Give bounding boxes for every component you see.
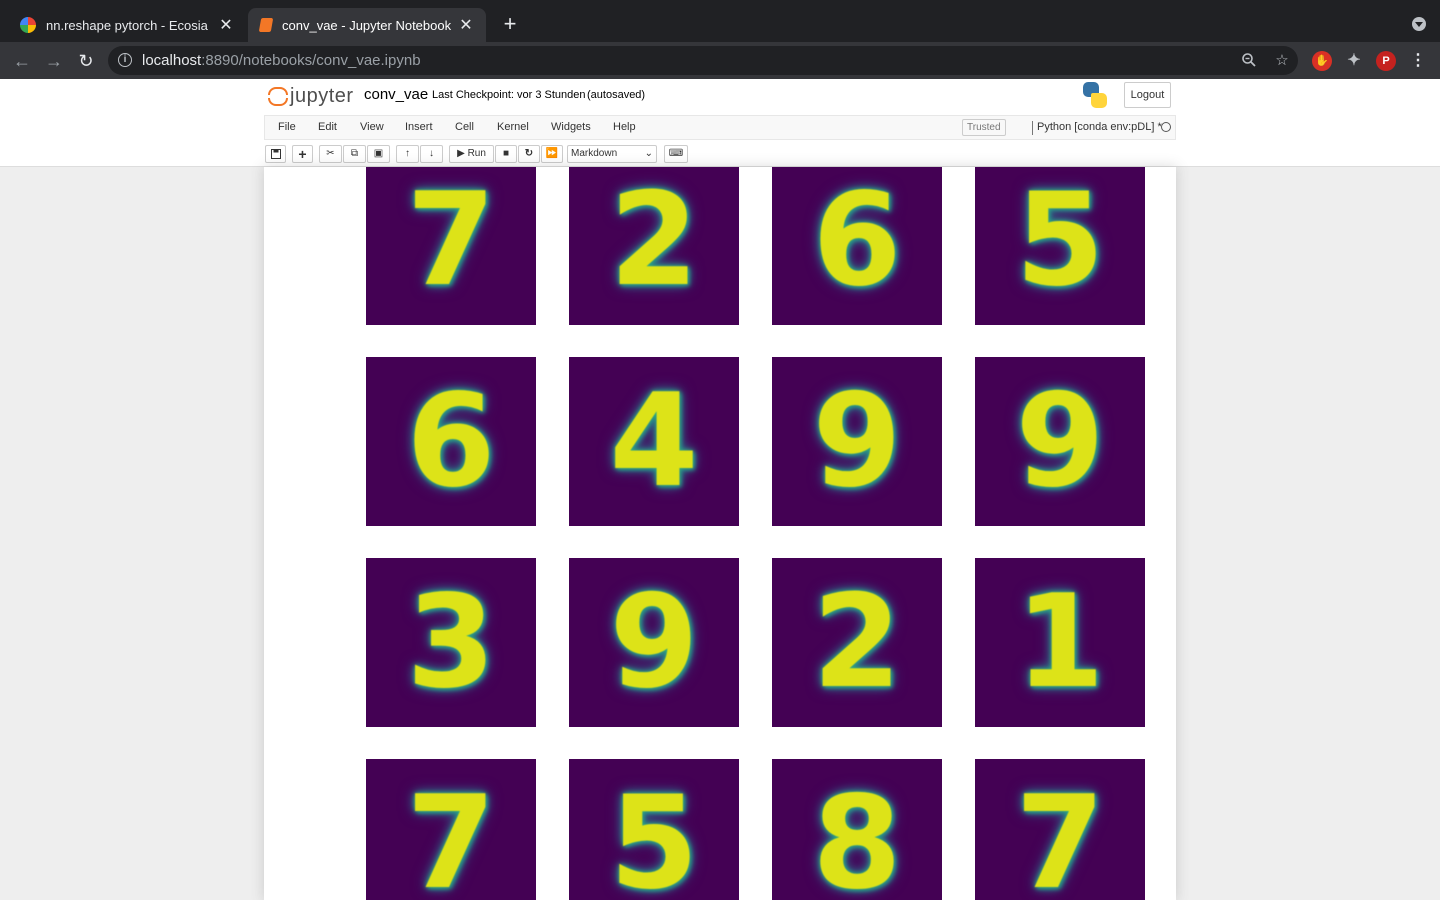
new-tab-button[interactable]: + [498,12,522,36]
trusted-badge[interactable]: Trusted [962,119,1006,136]
digit-image: 4 [569,357,739,526]
jupyter-header: jupyter conv_vae Last Checkpoint: vor 3 … [0,79,1440,115]
kernel-idle-indicator-icon [1161,122,1171,132]
jupyter-menubar-area: File Edit View Insert Cell Kernel Widget… [0,115,1440,167]
menu-edit[interactable]: Edit [318,121,337,133]
move-down-arrow-icon[interactable]: ↓ [420,145,443,163]
digit-image: 5 [569,759,739,900]
menu-view[interactable]: View [360,121,384,133]
stop-square-icon[interactable]: ■ [495,145,517,163]
kernel-separator [1032,121,1033,135]
digit-image: 7 [366,167,536,325]
ecosia-favicon-icon [20,17,36,33]
profile-avatar[interactable]: P [1376,51,1396,71]
move-up-arrow-icon[interactable]: ↑ [396,145,419,163]
jupyter-favicon-icon [258,18,274,32]
fast-forward-icon[interactable]: ⏩ [541,145,563,163]
menu-insert[interactable]: Insert [405,121,433,133]
restart-kernel-icon[interactable]: ↻ [518,145,540,163]
kernel-name[interactable]: Python [conda env:pDL] * [1037,121,1162,133]
autosave-status: (autosaved) [587,89,646,101]
cut-scissors-icon[interactable]: ✂ [319,145,342,163]
url-text[interactable]: localhost:8890/notebooks/conv_vae.ipynb [142,52,421,69]
digit-image: 7 [366,759,536,900]
address-bar[interactable]: i localhost:8890/notebooks/conv_vae.ipyn… [108,46,1298,75]
python-kernel-logo-icon [1083,82,1107,108]
back-arrow-icon[interactable]: ← [11,50,33,72]
browser-tab-jupyter[interactable]: conv_vae - Jupyter Notebook ✕ [248,8,486,42]
menu-cell[interactable]: Cell [455,121,474,133]
browser-tab-strip: nn.reshape pytorch - Ecosia ✕ conv_vae -… [0,0,1440,42]
tab-title: nn.reshape pytorch - Ecosia [46,17,208,33]
menu-file[interactable]: File [278,121,296,133]
digit-image: 5 [975,167,1145,325]
chevron-down-icon: ⌄ [644,148,653,159]
digit-image: 9 [772,357,942,526]
digit-image: 8 [772,759,942,900]
bookmark-star-icon[interactable]: ☆ [1273,52,1291,70]
menu-kernel[interactable]: Kernel [497,121,529,133]
play-icon: ▶ [457,148,465,159]
digit-image: 3 [366,558,536,727]
menu-help[interactable]: Help [613,121,636,133]
digit-image: 2 [772,558,942,727]
notebook-name[interactable]: conv_vae [364,86,428,103]
browser-menu-icon[interactable]: ⋮ [1408,51,1428,71]
tab-title: conv_vae - Jupyter Notebook [282,17,452,33]
forward-arrow-icon[interactable]: → [43,50,65,72]
digit-image: 6 [366,357,536,526]
save-icon[interactable] [265,145,286,163]
run-button[interactable]: ▶ Run [449,145,494,163]
extensions-puzzle-icon[interactable]: ✦ [1344,51,1364,71]
digit-image: 7 [975,759,1145,900]
cell-type-select[interactable]: Markdown ⌄ [567,145,657,163]
digit-image: 9 [569,558,739,727]
paste-icon[interactable]: ▣ [367,145,390,163]
digit-image: 2 [569,167,739,325]
tab-search-icon[interactable] [1412,17,1426,31]
zoom-icon[interactable] [1240,52,1258,70]
digit-image: 1 [975,558,1145,727]
jupyter-logo[interactable]: jupyter [268,83,354,109]
site-info-icon[interactable]: i [118,53,132,67]
browser-toolbar: ← → ↻ i localhost:8890/notebooks/conv_va… [0,42,1440,79]
browser-tab-ecosia[interactable]: nn.reshape pytorch - Ecosia ✕ [8,8,246,42]
menubar: File Edit View Insert Cell Kernel Widget… [264,115,1176,140]
jupyter-logo-icon [268,85,288,107]
notebook-page: 7 2 6 5 6 4 9 9 3 9 2 1 7 5 8 7 [264,167,1176,900]
insert-cell-plus-icon[interactable]: + [292,145,313,163]
digit-image: 6 [772,167,942,325]
digit-image: 9 [975,357,1145,526]
keyboard-shortcuts-icon[interactable]: ⌨ [664,145,688,163]
close-tab-icon[interactable]: ✕ [218,15,234,35]
menu-widgets[interactable]: Widgets [551,121,591,133]
logout-button[interactable]: Logout [1124,82,1171,108]
copy-icon[interactable]: ⧉ [343,145,366,163]
close-tab-icon[interactable]: ✕ [458,15,474,35]
checkpoint-status: Last Checkpoint: vor 3 Stunden [432,89,586,101]
extension-hand-icon[interactable]: ✋ [1312,51,1332,71]
reload-icon[interactable]: ↻ [75,50,97,72]
